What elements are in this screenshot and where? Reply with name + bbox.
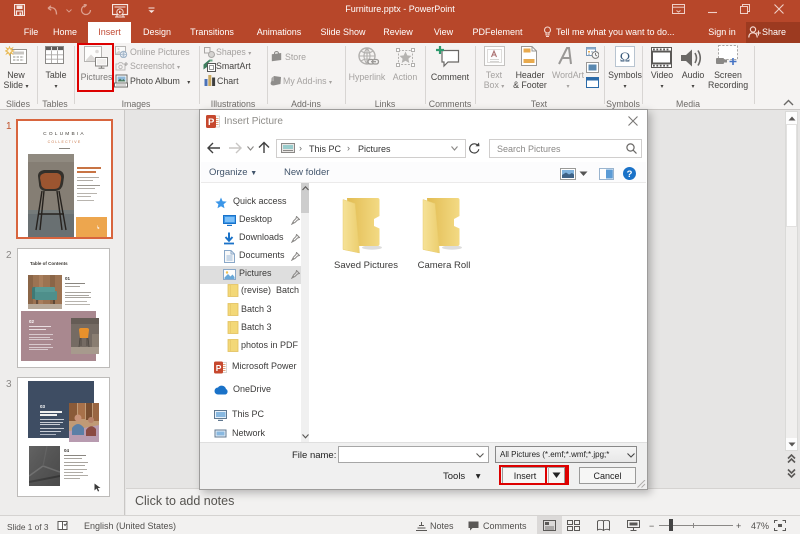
svg-text:P: P <box>216 363 222 373</box>
svg-text:Ω: Ω <box>620 51 630 66</box>
svg-text:?: ? <box>627 169 633 180</box>
svg-text:P: P <box>208 117 215 128</box>
